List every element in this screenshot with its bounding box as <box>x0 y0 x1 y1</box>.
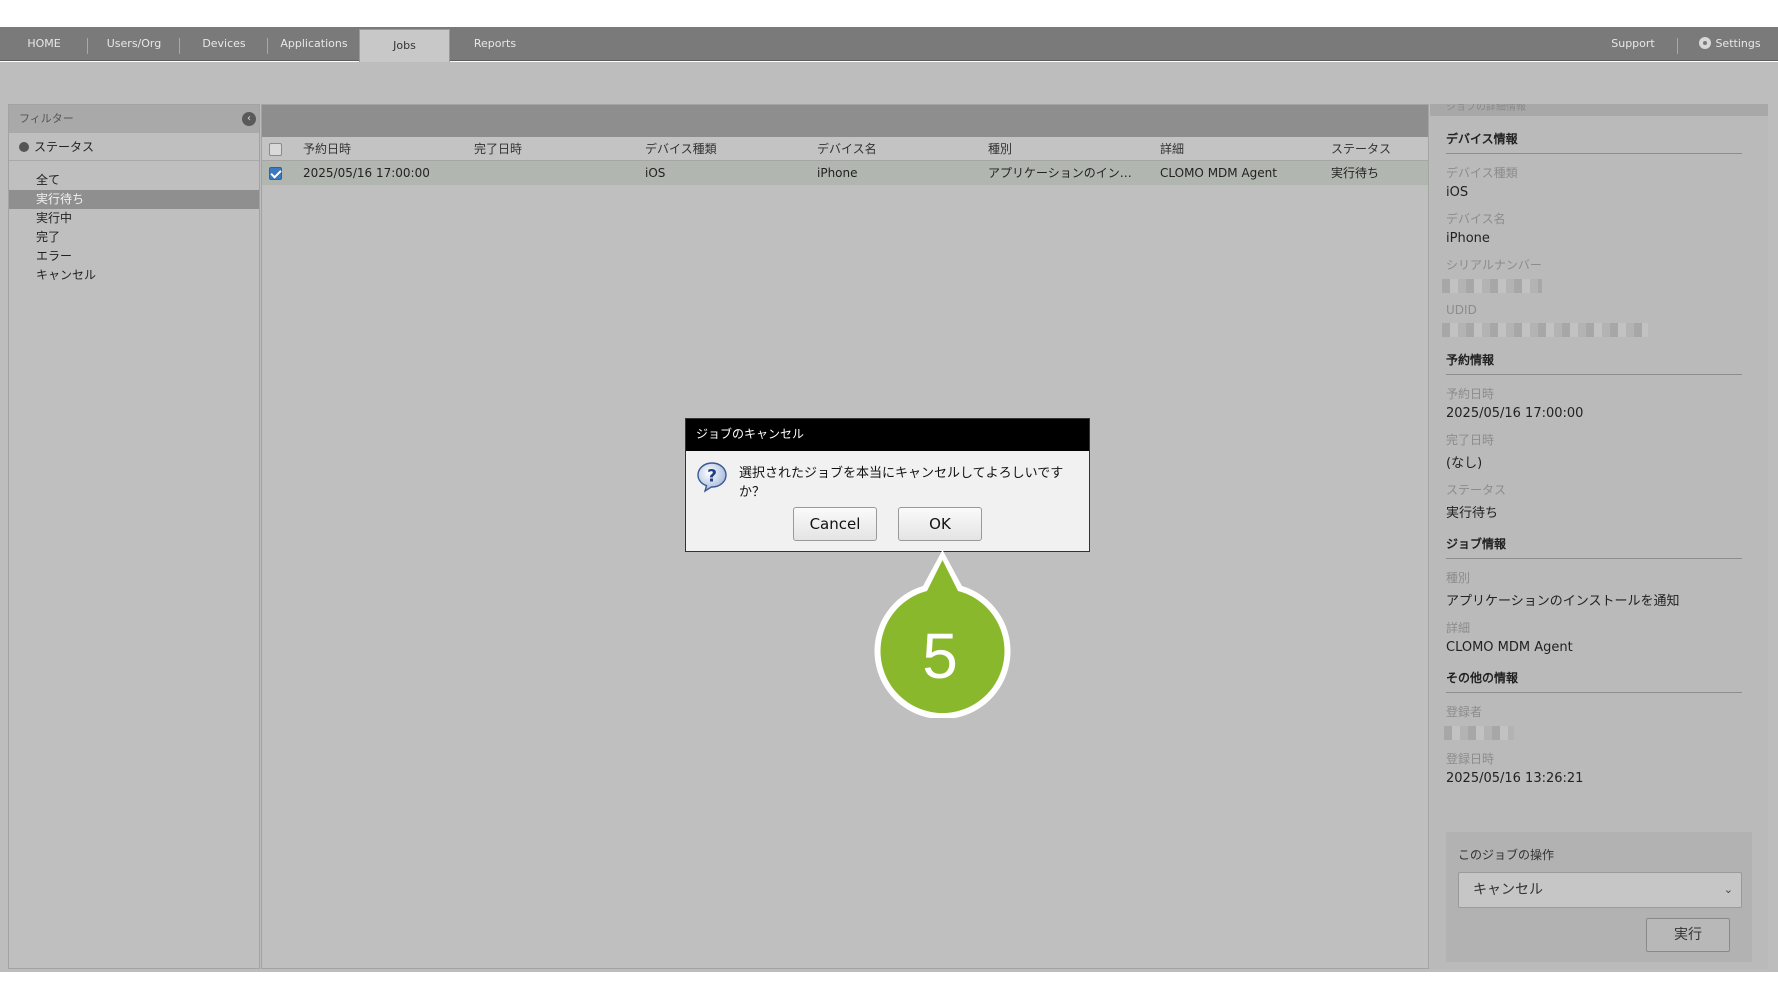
status-filter-list: 全て 実行待ち 実行中 完了 エラー キャンセル <box>9 171 259 285</box>
detail-panel-title: ジョブの詳細情報 <box>1430 104 1768 116</box>
settings-label: Settings <box>1715 37 1761 50</box>
dialog-title: ジョブのキャンセル <box>686 419 1089 451</box>
row-scheduled: 2025/05/16 17:00:00 <box>303 166 430 180</box>
device-name-label: デバイス名 <box>1446 212 1506 226</box>
tab-home[interactable]: HOME <box>0 27 88 61</box>
svg-text:?: ? <box>707 467 717 487</box>
completed-label: 完了日時 <box>1446 433 1495 447</box>
tab-reports[interactable]: Reports <box>450 27 540 61</box>
filter-header: フィルター ‹ <box>9 105 259 133</box>
row-checkbox[interactable] <box>269 167 282 180</box>
filter-panel: フィルター ‹ ステータス 全て 実行待ち 実行中 完了 エラー キャンセル <box>8 104 260 969</box>
registered-value: 2025/05/16 13:26:21 <box>1446 771 1584 786</box>
top-nav: HOME Users/Org Devices Applications Jobs… <box>0 27 1778 62</box>
status-value: 実行待ち <box>1446 506 1499 521</box>
job-operation-select[interactable]: キャンセル ⌄ <box>1458 872 1742 908</box>
table-header: 予約日時 完了日時 デバイス種類 デバイス名 種別 詳細 ステータス <box>262 137 1428 161</box>
col-detail[interactable]: 詳細 <box>1160 137 1320 161</box>
filter-group-status[interactable]: ステータス <box>9 133 259 161</box>
col-kind[interactable]: 種別 <box>988 137 1148 161</box>
device-name-value: iPhone <box>1446 231 1490 246</box>
collapse-group-icon <box>19 142 29 152</box>
row-kind: アプリケーションのイン… <box>988 166 1132 180</box>
tab-devices[interactable]: Devices <box>180 27 268 61</box>
col-scheduled[interactable]: 予約日時 <box>303 137 463 161</box>
ok-button[interactable]: OK <box>898 507 982 541</box>
status-label: ステータス <box>1446 483 1507 497</box>
tab-jobs[interactable]: Jobs <box>359 29 450 62</box>
job-detail-panel: ジョブの詳細情報 デバイス情報 デバイス種類 iOS デバイス名 iPhone … <box>1430 104 1768 969</box>
collapse-panel-icon[interactable]: ‹ <box>242 112 256 126</box>
step-badge: 5 <box>874 550 1011 718</box>
registrant-redacted <box>1444 726 1514 740</box>
detail-label: 詳細 <box>1446 621 1471 635</box>
col-completed[interactable]: 完了日時 <box>474 137 634 161</box>
run-button[interactable]: 実行 <box>1646 918 1730 952</box>
scheduled-label: 予約日時 <box>1446 387 1495 401</box>
registered-label: 登録日時 <box>1446 752 1495 766</box>
udid-redacted <box>1442 323 1648 337</box>
row-device-name: iPhone <box>817 166 858 180</box>
filter-item-completed[interactable]: 完了 <box>9 228 259 247</box>
table-toolbar <box>262 105 1428 137</box>
select-all-checkbox[interactable] <box>269 143 282 156</box>
row-status: 実行待ち <box>1331 166 1380 180</box>
support-link[interactable]: Support <box>1588 27 1678 61</box>
filter-item-cancelled[interactable]: キャンセル <box>9 266 259 285</box>
tab-users-org[interactable]: Users/Org <box>88 27 180 61</box>
filter-item-pending[interactable]: 実行待ち <box>9 190 259 209</box>
filter-item-running[interactable]: 実行中 <box>9 209 259 228</box>
cancel-button[interactable]: Cancel <box>793 507 877 541</box>
schedule-info-heading: 予約情報 <box>1446 337 1742 375</box>
table-row[interactable]: 2025/05/16 17:00:00 iOS iPhone アプリケーションの… <box>262 161 1428 185</box>
udid-label: UDID <box>1446 303 1477 317</box>
device-type-label: デバイス種類 <box>1446 166 1518 180</box>
device-info-heading: デバイス情報 <box>1446 116 1742 154</box>
settings-link[interactable]: Settings <box>1690 27 1770 61</box>
job-operation-title: このジョブの操作 <box>1458 848 1555 862</box>
filter-title: フィルター <box>19 112 74 125</box>
completed-value: (なし) <box>1446 456 1483 471</box>
kind-label: 種別 <box>1446 571 1471 585</box>
job-operation-box: このジョブの操作 キャンセル ⌄ 実行 <box>1446 832 1752 962</box>
tab-applications[interactable]: Applications <box>268 27 360 61</box>
kind-value: アプリケーションのインストールを通知 <box>1446 594 1680 609</box>
other-info-heading: その他の情報 <box>1446 655 1742 693</box>
filter-group-label: ステータス <box>34 140 95 154</box>
col-status[interactable]: ステータス <box>1331 137 1426 161</box>
row-detail: CLOMO MDM Agent <box>1160 166 1277 180</box>
device-type-value: iOS <box>1446 185 1469 200</box>
question-icon: ? <box>697 462 727 493</box>
cancel-job-dialog: ジョブのキャンセル ? 選択されたジョブを本当にキャンセルしてよろしいですか？ … <box>685 418 1090 552</box>
serial-redacted <box>1442 279 1542 293</box>
step-number: 5 <box>922 620 958 692</box>
serial-label: シリアルナンバー <box>1446 258 1542 272</box>
gear-icon <box>1699 37 1712 49</box>
detail-value: CLOMO MDM Agent <box>1446 640 1573 655</box>
job-operation-selected: キャンセル <box>1473 882 1543 898</box>
chevron-down-icon: ⌄ <box>1723 883 1733 896</box>
row-device-type: iOS <box>645 166 666 180</box>
filter-item-all[interactable]: 全て <box>9 171 259 190</box>
job-info-heading: ジョブ情報 <box>1446 521 1742 559</box>
registrant-label: 登録者 <box>1446 705 1483 719</box>
filter-item-error[interactable]: エラー <box>9 247 259 266</box>
col-device-name[interactable]: デバイス名 <box>817 137 977 161</box>
col-device-type[interactable]: デバイス種類 <box>645 137 805 161</box>
scheduled-value: 2025/05/16 17:00:00 <box>1446 406 1584 421</box>
dialog-message: 選択されたジョブを本当にキャンセルしてよろしいですか？ <box>739 466 1064 500</box>
